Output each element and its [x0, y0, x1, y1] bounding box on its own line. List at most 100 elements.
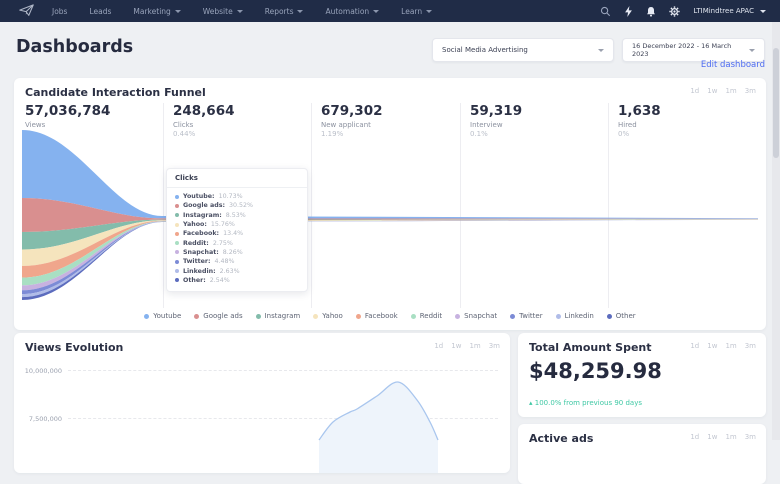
series-name: Google ads: [183, 202, 225, 210]
nav-item-label: Jobs [52, 6, 68, 16]
legend-item-reddit[interactable]: Reddit [410, 312, 443, 320]
legend-label: Reddit [419, 312, 443, 320]
nav-item-label: Leads [89, 6, 112, 16]
views-evolution-line-chart [318, 381, 439, 473]
bell-icon[interactable] [646, 6, 656, 17]
time-range-selector: 1d 1w 1m 3m [690, 342, 756, 350]
legend-label: Linkedin [564, 312, 594, 320]
bolt-icon[interactable] [624, 5, 633, 17]
legend-color-dot [255, 313, 261, 319]
scrollbar-thumb[interactable] [773, 48, 779, 158]
stat-views: 57,036,784 Views [25, 103, 110, 129]
series-color-dot [175, 259, 179, 264]
legend-label: Other [615, 312, 636, 320]
spent-panel-title: Total Amount Spent [529, 341, 652, 354]
edit-dashboard-link[interactable]: Edit dashboard [622, 60, 765, 70]
nav-item-leads[interactable]: Leads [89, 7, 111, 16]
series-color-dot [175, 222, 179, 227]
legend-color-dot [555, 313, 561, 319]
chevron-down-icon [426, 9, 433, 13]
series-color-dot [175, 250, 179, 255]
dashboard-select[interactable]: Social Media Advertising [432, 38, 614, 62]
chevron-down-icon [749, 48, 755, 52]
legend-item-linkedin[interactable]: Linkedin [555, 312, 594, 320]
stat-value: 248,664 [173, 103, 235, 119]
legend-color-dot [455, 313, 461, 319]
total-amount-spent-panel: Total Amount Spent 1d 1w 1m 3m $48,259.98 ▴… [518, 333, 766, 417]
legend-item-snapchat[interactable]: Snapchat [455, 312, 497, 320]
series-color-dot [175, 278, 179, 283]
views-evolution-panel: Views Evolution 1d 1w 1m 3m 10,000,000 7,50… [14, 333, 510, 473]
chevron-down-icon [297, 9, 304, 13]
search-icon[interactable] [600, 6, 611, 17]
tooltip-row: Other: 2.54% [175, 276, 299, 285]
range-1d[interactable]: 1d [690, 342, 699, 350]
series-name: Other: [183, 276, 206, 284]
nav-item-jobs[interactable]: Jobs [52, 7, 67, 16]
legend-color-dot [606, 313, 612, 319]
legend-label: Youtube [153, 312, 182, 320]
ads-panel-title: Active ads [529, 432, 594, 445]
range-3m[interactable]: 3m [745, 342, 756, 350]
series-value: 8.53% [225, 211, 246, 219]
series-value: 2.54% [209, 276, 230, 284]
nav-item-label: Website [202, 6, 233, 16]
chevron-down-icon [373, 9, 380, 13]
nav-item-reports[interactable]: Reports [265, 7, 304, 16]
funnel-band-youtube[interactable] [22, 130, 758, 219]
active-ads-panel: Active ads 1d 1w 1m 3m [518, 424, 766, 484]
range-1w[interactable]: 1w [707, 342, 717, 350]
series-color-dot [175, 203, 179, 208]
nav-item-marketing[interactable]: Marketing [133, 6, 181, 16]
funnel-stream-chart [22, 130, 758, 300]
legend-item-other[interactable]: Other [606, 312, 636, 320]
stat-value: 57,036,784 [25, 103, 111, 119]
date-range-select[interactable]: 16 December 2022 - 16 March 2023 [622, 38, 765, 62]
legend-label: Snapchat [464, 312, 498, 320]
legend-item-youtube[interactable]: Youtube [144, 312, 181, 320]
tooltip-rows: Youtube: 10.73% Google ads: 30.52% Instagr… [167, 188, 307, 291]
spent-delta-badge: ▴ 100.0% from previous 90 days [529, 399, 642, 407]
legend-label: Google ads [203, 312, 243, 320]
series-value: 4.48% [214, 258, 235, 266]
date-range-value: 16 December 2022 - 16 March 2023 [632, 42, 732, 58]
top-navbar: Jobs Leads Marketing Website Reports Automati… [0, 0, 780, 22]
gear-icon[interactable] [669, 5, 681, 17]
nav-item-learn[interactable]: Learn [401, 7, 433, 16]
scrollbar-track[interactable] [772, 22, 780, 440]
funnel-band-linkedin[interactable] [22, 219, 758, 298]
chevron-down-icon [598, 48, 604, 52]
nav-right-icons: LTIMindtree APAC [600, 5, 780, 17]
series-value: 2.63% [219, 267, 240, 275]
range-1w[interactable]: 1w [707, 87, 717, 95]
stat-value: 59,319 [470, 103, 523, 119]
series-color-dot [175, 269, 179, 274]
legend-item-yahoo[interactable]: Yahoo [313, 312, 343, 320]
page-title: Dashboards [16, 37, 134, 57]
funnel-band-other[interactable] [22, 219, 758, 300]
nav-item-website[interactable]: Website [203, 7, 243, 16]
legend-item-instagram[interactable]: Instagram [255, 312, 300, 320]
legend-color-dot [144, 313, 150, 319]
brand-logo[interactable] [0, 2, 52, 21]
series-value: 30.52% [228, 202, 253, 210]
series-value: 13.4% [223, 230, 244, 238]
range-1m[interactable]: 1m [725, 342, 736, 350]
chevron-down-icon [174, 9, 181, 13]
legend-label: Yahoo [322, 312, 343, 320]
series-color-dot [175, 213, 179, 218]
legend-item-facebook[interactable]: Facebook [355, 312, 398, 320]
tooltip-row: Snapchat: 8.26% [175, 248, 299, 257]
legend-item-google-ads[interactable]: Google ads [194, 312, 243, 320]
series-color-dot [175, 231, 179, 236]
legend-color-dot [313, 313, 319, 319]
nav-item-label: Marketing [133, 6, 171, 16]
range-3m[interactable]: 3m [745, 87, 756, 95]
nav-item-automation[interactable]: Automation [325, 7, 380, 16]
series-name: Linkedin: [183, 267, 216, 275]
range-1d[interactable]: 1d [690, 87, 699, 95]
stat-value: 1,638 [618, 103, 661, 119]
legend-item-twitter[interactable]: Twitter [510, 312, 543, 320]
range-1m[interactable]: 1m [725, 87, 736, 95]
account-menu[interactable]: LTIMindtree APAC [693, 7, 766, 15]
